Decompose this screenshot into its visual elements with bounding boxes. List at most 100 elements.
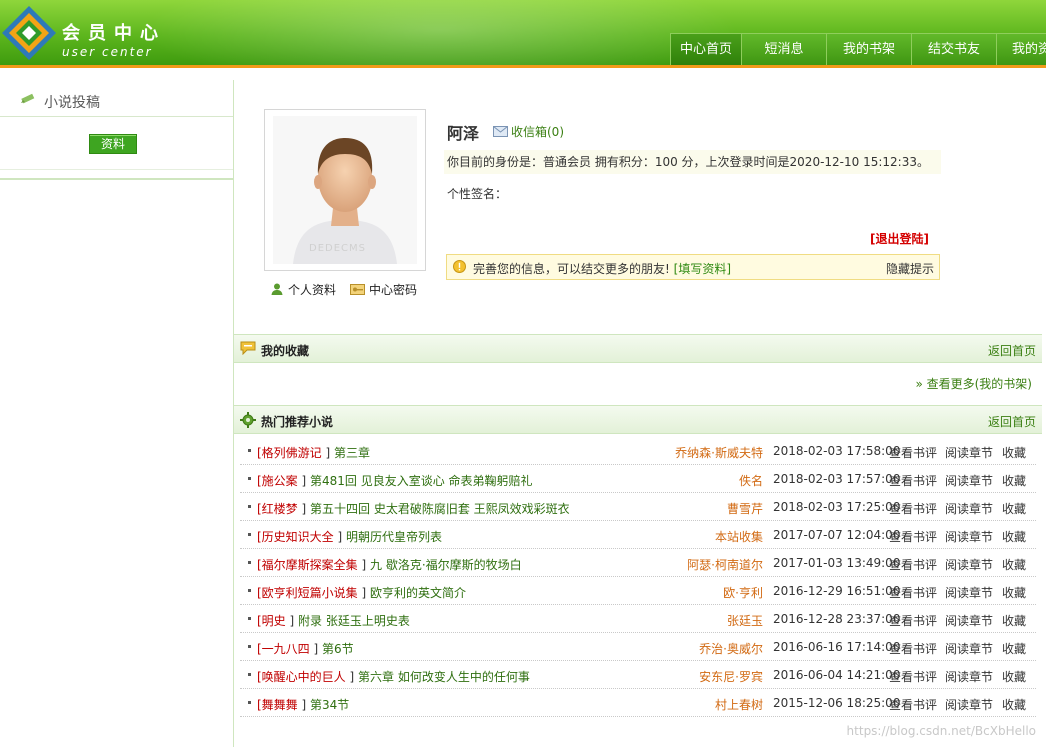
novel-row: [格列佛游记 ] 第三章 乔纳森·斯威夫特 2018-02-03 17:58:00 查…: [240, 437, 1036, 465]
novel-time: 2017-01-03 13:49:00: [773, 556, 901, 570]
category-bracket: ]: [285, 614, 298, 628]
view-review-link[interactable]: 查看书评: [889, 500, 937, 517]
view-review-link[interactable]: 查看书评: [889, 472, 937, 489]
novel-chapter-link[interactable]: 第三章: [334, 446, 370, 460]
nav-tab-home[interactable]: 中心首页: [670, 33, 741, 65]
novel-chapter-link[interactable]: 第五十四回 史太君破陈腐旧套 王熙凤效戏彩斑衣: [310, 502, 570, 516]
novel-author-link[interactable]: 村上春树: [715, 696, 763, 713]
novel-author-link[interactable]: 安东尼·罗宾: [699, 668, 763, 685]
novel-chapter-link[interactable]: 明朝历代皇帝列表: [346, 530, 442, 544]
novel-category-link[interactable]: [唤醒心中的巨人: [257, 670, 346, 684]
novel-chapter-link[interactable]: 第六章 如何改变人生中的任何事: [358, 670, 530, 684]
profile-data-button[interactable]: 资料: [89, 134, 137, 154]
favorite-link[interactable]: 收藏: [1002, 640, 1026, 657]
novel-author-link[interactable]: 曹雪芹: [727, 500, 763, 517]
novel-category-link[interactable]: [欧亨利短篇小说集: [257, 586, 358, 600]
center-password-label: 中心密码: [369, 282, 418, 297]
novel-category-link[interactable]: [历史知识大全: [257, 530, 334, 544]
inbox-link[interactable]: 收信箱(0): [493, 123, 564, 140]
favorite-link[interactable]: 收藏: [1002, 556, 1026, 573]
header-accent-line: [0, 65, 1046, 68]
novel-category-link[interactable]: [明史: [257, 614, 286, 628]
read-chapter-link[interactable]: 阅读章节: [945, 696, 993, 713]
favorite-link[interactable]: 收藏: [1002, 528, 1026, 545]
read-chapter-link[interactable]: 阅读章节: [945, 668, 993, 685]
hide-notice-link[interactable]: 隐藏提示: [886, 260, 934, 277]
nav-tab-friends[interactable]: 结交书友: [911, 33, 996, 65]
novel-time: 2016-12-28 23:37:00: [773, 612, 901, 626]
fill-profile-link[interactable]: [填写资料]: [674, 262, 731, 276]
favorite-link[interactable]: 收藏: [1002, 472, 1026, 489]
bullet-icon: [248, 561, 251, 564]
novel-time: 2016-06-04 14:21:00: [773, 668, 901, 682]
novel-time: 2016-06-16 17:14:00: [773, 640, 901, 654]
read-chapter-link[interactable]: 阅读章节: [945, 500, 993, 517]
favorite-link[interactable]: 收藏: [1002, 696, 1026, 713]
favorite-link[interactable]: 收藏: [1002, 584, 1026, 601]
personal-profile-link[interactable]: 个人资料: [270, 280, 336, 298]
novel-author-link[interactable]: 本站收集: [715, 528, 763, 545]
read-chapter-link[interactable]: 阅读章节: [945, 584, 993, 601]
avatar: [273, 116, 417, 264]
warning-icon: [453, 260, 466, 273]
novel-chapter-link[interactable]: 九 歇洛克·福尔摩斯的牧场白: [370, 558, 522, 572]
novel-chapter-link[interactable]: 第481回 见良友入室谈心 命表弟鞠躬赔礼: [310, 474, 533, 488]
novel-author-link[interactable]: 阿瑟·柯南道尔: [687, 556, 763, 573]
favorites-back-link[interactable]: 返回首页: [988, 342, 1036, 359]
novel-time: 2018-02-03 17:25:00: [773, 500, 901, 514]
novel-chapter-link[interactable]: 第6节: [322, 642, 354, 656]
favorite-link[interactable]: 收藏: [1002, 500, 1026, 517]
view-review-link[interactable]: 查看书评: [889, 696, 937, 713]
sidebar-section-title[interactable]: 小说投稿: [44, 92, 100, 112]
center-password-link[interactable]: 中心密码: [350, 280, 417, 298]
hot-novels-title: 热门推荐小说: [261, 415, 334, 429]
novel-chapter-link[interactable]: 第34节: [310, 698, 349, 712]
novel-category-link[interactable]: [格列佛游记: [257, 446, 322, 460]
novel-title: [一九八四 ] 第6节: [257, 640, 354, 657]
category-bracket: ]: [297, 502, 310, 516]
read-chapter-link[interactable]: 阅读章节: [945, 612, 993, 629]
read-chapter-link[interactable]: 阅读章节: [945, 472, 993, 489]
novel-title: [欧亨利短篇小说集 ] 欧亨利的英文简介: [257, 584, 466, 601]
read-chapter-link[interactable]: 阅读章节: [945, 556, 993, 573]
view-review-link[interactable]: 查看书评: [889, 584, 937, 601]
novel-category-link[interactable]: [施公案: [257, 474, 298, 488]
sidebar-divider: [0, 169, 233, 170]
gear-icon: [240, 412, 256, 428]
view-review-link[interactable]: 查看书评: [889, 612, 937, 629]
read-chapter-link[interactable]: 阅读章节: [945, 640, 993, 657]
bullet-icon: [248, 533, 251, 536]
view-review-link[interactable]: 查看书评: [889, 528, 937, 545]
view-review-link[interactable]: 查看书评: [889, 668, 937, 685]
novel-chapter-link[interactable]: 附录 张廷玉上明史表: [298, 614, 410, 628]
novel-author-link[interactable]: 佚名: [739, 472, 763, 489]
view-more-link[interactable]: » 查看更多(我的书架): [915, 375, 1032, 392]
novel-author-link[interactable]: 张廷玉: [727, 612, 763, 629]
novel-category-link[interactable]: [舞舞舞: [257, 698, 298, 712]
logout-link[interactable]: [退出登陆]: [870, 230, 929, 247]
category-bracket: ]: [345, 670, 358, 684]
novel-category-link[interactable]: [红楼梦: [257, 502, 298, 516]
novel-author-link[interactable]: 欧·亨利: [723, 584, 763, 601]
favorite-link[interactable]: 收藏: [1002, 444, 1026, 461]
novel-category-link[interactable]: [一九八四: [257, 642, 310, 656]
signature-label: 个性签名：: [447, 187, 508, 201]
view-review-link[interactable]: 查看书评: [889, 640, 937, 657]
nav-tab-bookshelf[interactable]: 我的书架: [826, 33, 911, 65]
novel-author-link[interactable]: 乔治·奥威尔: [699, 640, 763, 657]
hot-novels-back-link[interactable]: 返回首页: [988, 413, 1036, 430]
nav-tab-messages[interactable]: 短消息: [741, 33, 826, 65]
read-chapter-link[interactable]: 阅读章节: [945, 444, 993, 461]
novel-row: [历史知识大全 ] 明朝历代皇帝列表 本站收集 2017-07-07 12:04:0…: [240, 521, 1036, 549]
novel-title: [红楼梦 ] 第五十四回 史太君破陈腐旧套 王熙凤效戏彩斑衣: [257, 500, 570, 517]
view-review-link[interactable]: 查看书评: [889, 556, 937, 573]
novel-category-link[interactable]: [福尔摩斯探案全集: [257, 558, 358, 572]
novel-author-link[interactable]: 乔纳森·斯威夫特: [675, 444, 763, 461]
bullet-icon: [248, 505, 251, 508]
novel-chapter-link[interactable]: 欧亨利的英文简介: [370, 586, 466, 600]
favorite-link[interactable]: 收藏: [1002, 612, 1026, 629]
nav-tab-my-data[interactable]: 我的资: [996, 33, 1046, 65]
favorite-link[interactable]: 收藏: [1002, 668, 1026, 685]
view-review-link[interactable]: 查看书评: [889, 444, 937, 461]
read-chapter-link[interactable]: 阅读章节: [945, 528, 993, 545]
